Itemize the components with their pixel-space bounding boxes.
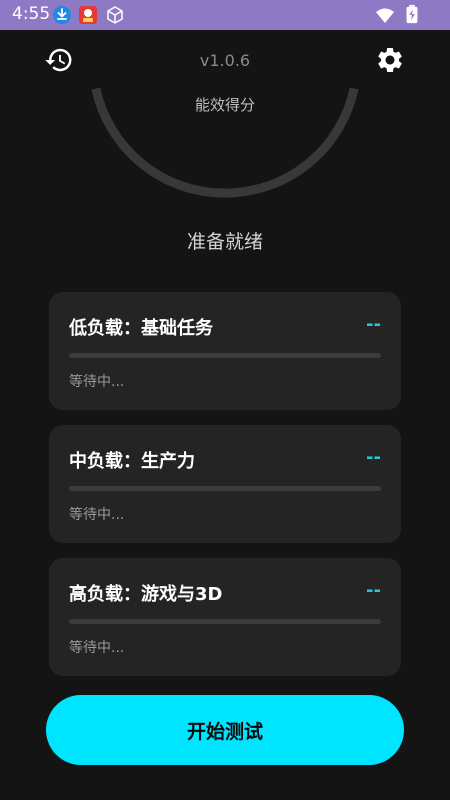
card-status: 等待中...	[69, 374, 125, 390]
card-progress-bar	[69, 353, 381, 358]
load-card-high: 高负载：游戏与3D -- 等待中...	[49, 558, 401, 676]
card-status: 等待中...	[69, 507, 125, 523]
settings-button[interactable]	[375, 45, 405, 75]
status-text: 准备就绪	[186, 231, 263, 253]
card-progress-bar	[69, 619, 381, 624]
card-score: --	[366, 314, 381, 335]
card-title: 高负载：游戏与3D	[69, 584, 223, 605]
card-title: 中负载：生产力	[69, 451, 195, 472]
card-title: 低负载：基础任务	[69, 318, 213, 339]
load-card-low: 低负载：基础任务 -- 等待中...	[49, 292, 401, 410]
load-card-medium: 中负载：生产力 -- 等待中...	[49, 425, 401, 543]
gear-icon	[378, 47, 402, 72]
card-score: --	[366, 580, 381, 601]
gauge-label: 能效得分	[194, 96, 255, 114]
card-score: --	[366, 447, 381, 468]
card-progress-bar	[69, 486, 381, 491]
start-test-button[interactable]: 开始测试	[46, 695, 404, 765]
card-status: 等待中...	[69, 640, 125, 656]
